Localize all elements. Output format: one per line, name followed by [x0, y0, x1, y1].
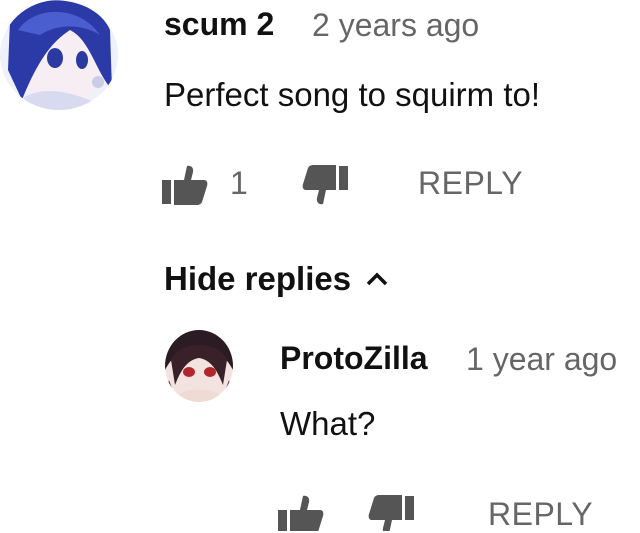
reply-timestamp[interactable]: 1 year ago	[466, 341, 617, 378]
thumbs-down-icon	[368, 495, 414, 531]
like-button[interactable]	[160, 164, 208, 206]
hide-replies-label: Hide replies	[164, 260, 352, 297]
comment-text: Perfect song to squirm to!	[164, 76, 541, 113]
dislike-button[interactable]	[302, 164, 350, 206]
reply-dislike-button[interactable]	[368, 494, 416, 531]
chevron-up-icon	[366, 272, 388, 286]
anime-avatar-icon	[0, 0, 118, 110]
reply-like-button[interactable]	[276, 494, 324, 531]
comment-timestamp[interactable]: 2 years ago	[312, 7, 479, 44]
reply-author[interactable]: ProtoZilla	[280, 340, 428, 377]
reply-text: What?	[280, 405, 376, 442]
thumbs-up-icon	[162, 165, 208, 205]
hide-replies-toggle[interactable]: Hide replies	[164, 260, 389, 298]
reply-avatar[interactable]	[165, 330, 233, 402]
thumbs-up-icon	[278, 495, 324, 531]
reply-reply-button[interactable]: REPLY	[488, 496, 593, 533]
comment-author[interactable]: scum 2	[164, 6, 274, 43]
thumbs-down-icon	[302, 165, 348, 205]
anime-avatar-icon	[165, 330, 233, 402]
reply-button[interactable]: REPLY	[418, 165, 523, 202]
like-count: 1	[230, 165, 248, 201]
commenter-avatar[interactable]	[0, 0, 118, 110]
